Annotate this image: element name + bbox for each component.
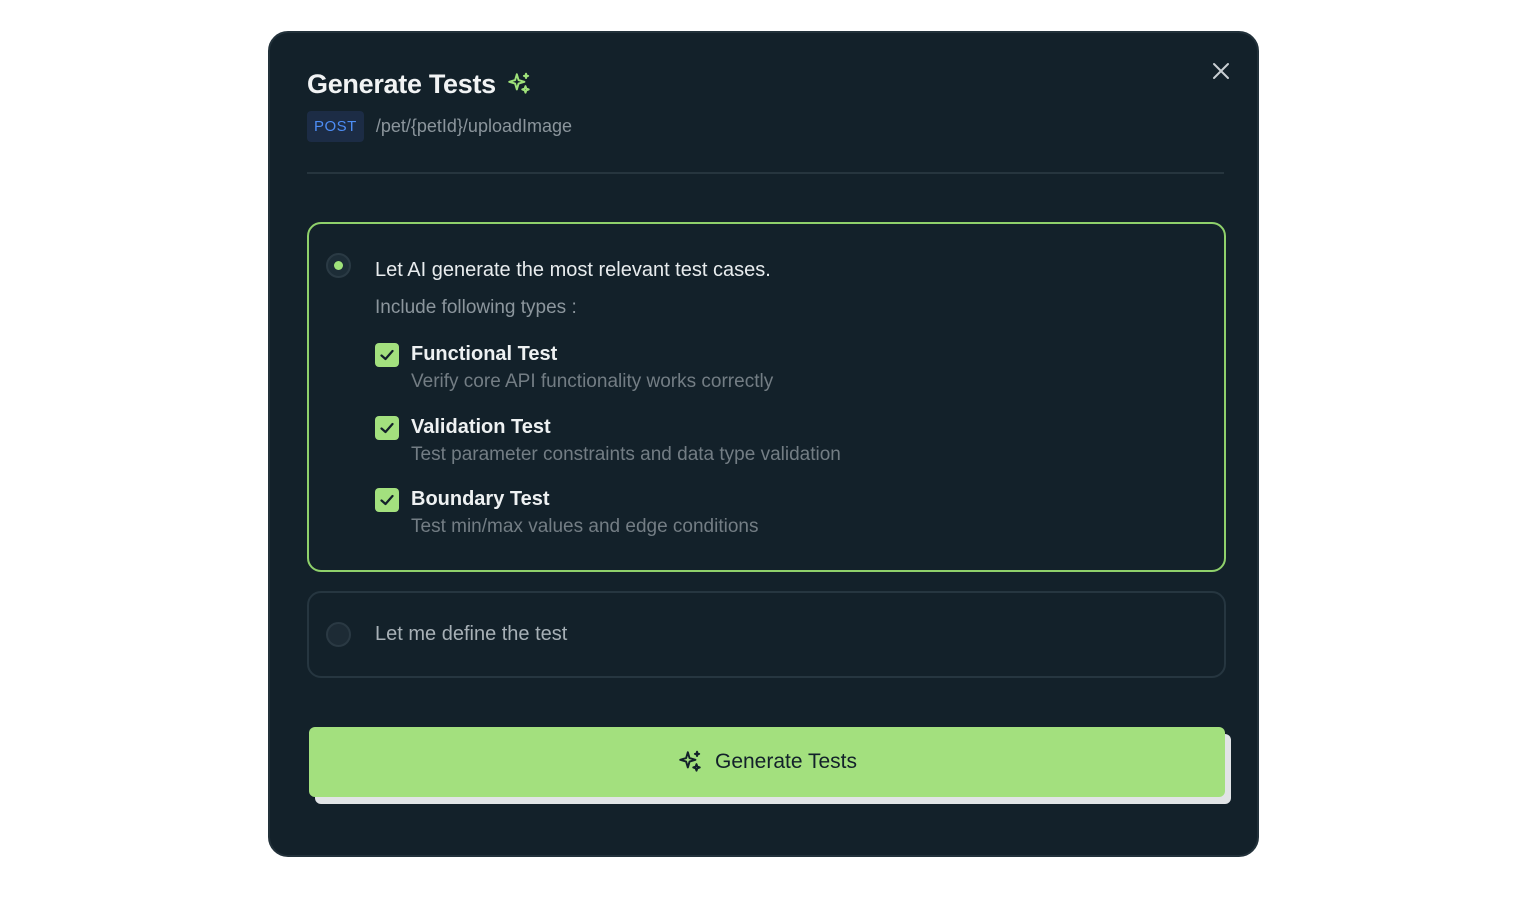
test-types-list: Functional Test Verify core API function… — [375, 341, 841, 559]
generate-tests-dialog: Generate Tests POST /pet/{petId}/uploadI… — [268, 31, 1259, 857]
check-icon — [380, 494, 394, 506]
method-badge: POST — [307, 111, 364, 142]
dialog-title: Generate Tests — [307, 68, 496, 99]
option-manual-label: Let me define the test — [375, 623, 568, 645]
check-icon — [380, 349, 394, 361]
validation-test-checkbox[interactable] — [375, 415, 399, 440]
header-divider — [307, 172, 1224, 174]
dialog-header: Generate Tests POST /pet/{petId}/uploadI… — [307, 69, 1224, 142]
test-type-description: Test min/max values and edge conditions — [411, 516, 759, 537]
sparkle-icon — [508, 72, 530, 94]
boundary-test-checkbox[interactable] — [375, 488, 399, 512]
check-icon — [380, 422, 394, 433]
option-ai-generate[interactable]: Let AI generate the most relevant test c… — [307, 222, 1226, 572]
endpoint-path: /pet/{petId}/uploadImage — [375, 116, 573, 136]
sparkle-icon — [679, 750, 701, 772]
radio-ai-generate[interactable] — [326, 253, 351, 278]
test-type-description: Verify core API functionality works corr… — [411, 371, 774, 392]
test-type-name: Functional Test — [411, 343, 558, 365]
test-type-functional[interactable]: Functional Test Verify core API function… — [375, 341, 841, 414]
option-manual-define[interactable]: Let me define the test — [307, 591, 1226, 678]
option-ai-label: Let AI generate the most relevant test c… — [375, 259, 771, 281]
include-types-label: Include following types : — [375, 297, 577, 318]
generate-button-label: Generate Tests — [714, 750, 858, 773]
generate-tests-button[interactable]: Generate Tests — [309, 727, 1225, 797]
test-type-boundary[interactable]: Boundary Test Test min/max values and ed… — [375, 486, 841, 559]
test-type-description: Test parameter constraints and data type… — [411, 443, 841, 465]
test-type-name: Boundary Test — [411, 488, 550, 510]
functional-test-checkbox[interactable] — [375, 343, 399, 367]
test-type-validation[interactable]: Validation Test Test parameter constrain… — [375, 414, 841, 487]
test-type-name: Validation Test — [411, 415, 551, 438]
radio-manual-define[interactable] — [326, 622, 351, 647]
